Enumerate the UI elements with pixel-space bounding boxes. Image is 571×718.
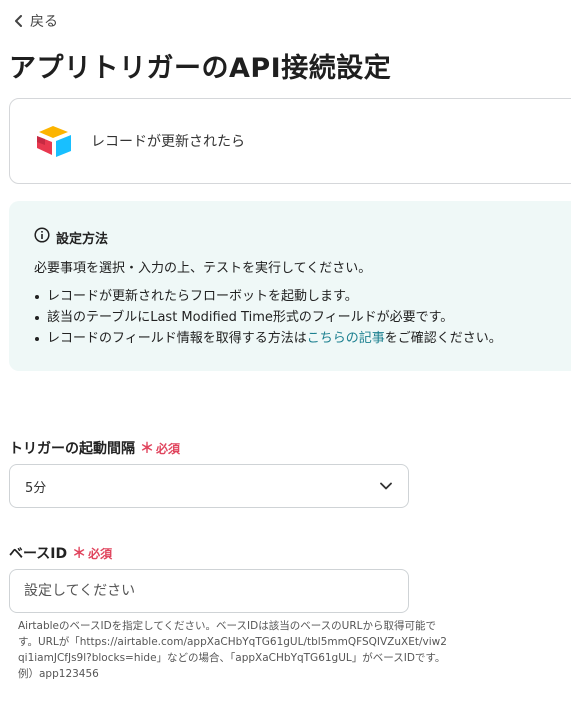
required-asterisk-icon: ＊ [72,546,87,562]
required-text: 必須 [88,546,113,561]
required-badge: ＊ 必須 [140,438,180,458]
required-badge: ＊ 必須 [72,543,112,563]
airtable-logo-icon [35,121,75,161]
required-asterisk-icon: ＊ [140,441,154,457]
list-item-text: レコードのフィールド情報を取得する方法は [47,331,307,346]
setup-guide-heading: 設定方法 [34,227,108,247]
setup-guide-heading-text: 設定方法 [56,231,109,247]
list-item: レコードが更新されたらフローボットを起動します。 [35,286,502,307]
trigger-interval-label-text: トリガーの起動間隔 [9,441,135,457]
base-id-label: ベースID ＊ 必須 [9,543,112,563]
chevron-down-icon [380,479,392,494]
required-text: 必須 [156,441,181,456]
setup-guide-box: 設定方法 必要事項を選択・入力の上、テストを実行してください。 レコードが更新さ… [9,201,571,371]
base-id-input[interactable] [9,569,409,613]
back-label: 戻る [30,14,58,30]
setup-guide-list: レコードが更新されたらフローボットを起動します。 該当のテーブルにLast Mo… [31,286,502,349]
trigger-app-card[interactable]: レコードが更新されたら [9,98,571,184]
back-link[interactable]: 戻る [14,11,58,31]
list-item: レコードのフィールド情報を取得する方法はこちらの記事をご確認ください。 [35,328,502,349]
list-item-text: をご確認ください。 [384,331,502,346]
base-id-label-text: ベースID [9,546,68,562]
trigger-interval-label: トリガーの起動間隔 ＊ 必須 [9,438,180,458]
article-link[interactable]: こちらの記事 [307,331,385,346]
trigger-interval-value: 5分 [25,480,47,496]
page-title: アプリトリガーのAPI接続設定 [9,53,392,84]
info-icon [34,227,50,247]
base-id-help-text: AirtableのベースIDを指定してください。ベースIDは該当のベースのURL… [18,620,447,680]
trigger-interval-select[interactable]: 5分 [9,464,409,508]
trigger-event-label: レコードが更新されたら [91,134,245,150]
chevron-left-icon [14,15,24,27]
list-item: 該当のテーブルにLast Modified Time形式のフィールドが必要です。 [35,307,502,328]
setup-guide-description: 必要事項を選択・入力の上、テストを実行してください。 [34,261,372,276]
page: 戻る アプリトリガーのAPI接続設定 レコードが更新されたら 設定方法 必要事項… [0,0,571,718]
